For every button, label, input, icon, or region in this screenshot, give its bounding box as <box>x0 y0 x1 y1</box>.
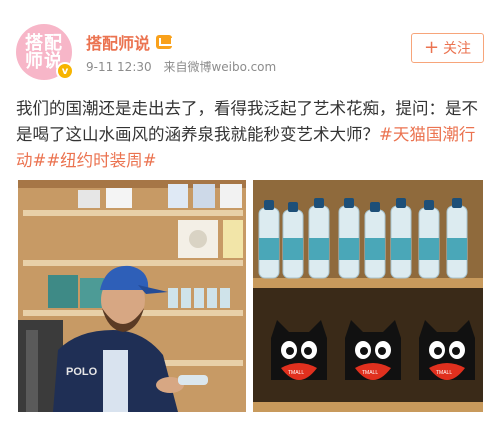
follow-button[interactable]: + 关注 <box>411 33 484 63</box>
hashtag-nyfw[interactable]: #纽约时装周# <box>46 151 156 170</box>
post-meta: 9-11 12:30 来自微博weibo.com <box>86 58 276 75</box>
post-image-2[interactable]: TMALL TMALL TMALL <box>253 180 483 412</box>
vip-crown-icon[interactable] <box>156 35 174 49</box>
store-photo: POLO <box>18 180 246 412</box>
post-image-1[interactable]: POLO <box>18 180 246 412</box>
post-text: 我们的国潮还是走出去了，看得我泛起了艺术花痴，提问：是不是喝了这山水画风的涵养泉… <box>16 96 486 174</box>
post-source: 来自微博weibo.com <box>163 60 277 74</box>
shirt-text: POLO <box>66 366 98 378</box>
username[interactable]: 搭配师说 <box>86 30 150 54</box>
username-row: 搭配师说 <box>86 30 174 54</box>
tmall-label-2: TMALL <box>362 370 378 376</box>
post-header: 搭配 师说 v 搭配师说 9-11 12:30 来自微博weibo.com + … <box>0 0 500 92</box>
tmall-label-3: TMALL <box>436 370 452 376</box>
tmall-label-1: TMALL <box>288 370 304 376</box>
verified-icon: v <box>56 62 74 80</box>
plus-icon: + <box>423 37 440 58</box>
shelf-photo: TMALL TMALL TMALL <box>253 180 483 412</box>
post-time[interactable]: 9-11 12:30 <box>86 60 152 74</box>
follow-button-label: 关注 <box>443 41 472 57</box>
